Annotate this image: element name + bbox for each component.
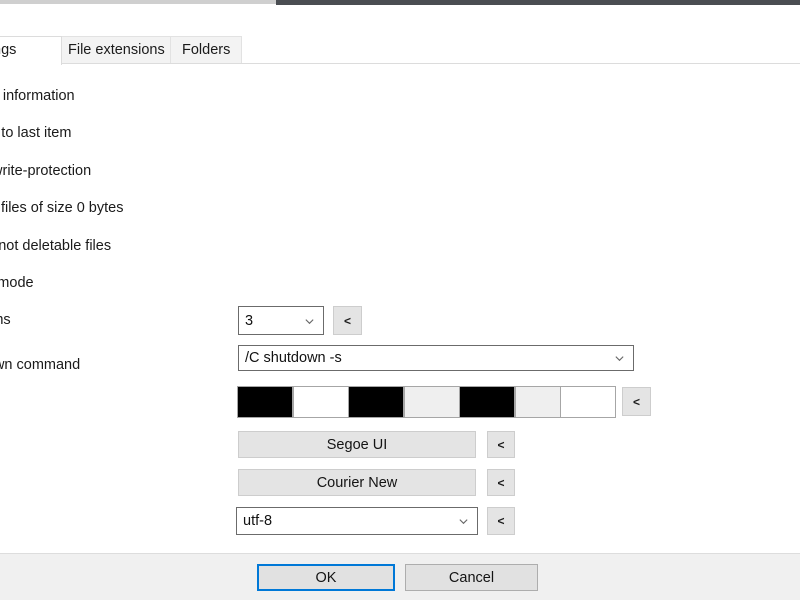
cancel-button[interactable]: Cancel bbox=[405, 564, 538, 591]
cancel-button-label: Cancel bbox=[448, 569, 495, 586]
chevron-down-icon bbox=[458, 516, 469, 527]
tab-strip: Settings File extensions Folders bbox=[0, 36, 800, 65]
tab-folders[interactable]: Folders bbox=[170, 36, 243, 64]
dialog-footer: OK Cancel bbox=[0, 553, 800, 600]
iterations-label: Iterations bbox=[0, 312, 11, 328]
shutdown-command-combo[interactable]: /C shutdown -s bbox=[238, 345, 634, 371]
ui-font-reset-label: < bbox=[497, 437, 505, 452]
option-label-silent-mode[interactable]: Silent mode bbox=[0, 274, 34, 292]
color-swatch-3[interactable] bbox=[348, 386, 404, 418]
ok-button[interactable]: OK bbox=[257, 564, 395, 591]
tab-file-extensions[interactable]: File extensions bbox=[56, 36, 177, 64]
mono-font-value: Courier New bbox=[316, 474, 398, 491]
ui-font-button[interactable]: Segoe UI bbox=[238, 431, 476, 458]
color-swatch-2[interactable] bbox=[293, 386, 349, 418]
iterations-value: 3 bbox=[245, 312, 254, 329]
tab-folders-label: Folders bbox=[182, 42, 231, 58]
chevron-down-icon bbox=[304, 315, 315, 326]
encoding-reset-label: < bbox=[497, 514, 505, 528]
window-titlebar-strip bbox=[276, 0, 800, 5]
option-label-skip-not-deletable-files[interactable]: Skip not deletable files bbox=[0, 237, 111, 255]
color-swatch-1[interactable] bbox=[237, 386, 293, 418]
tab-file-extensions-label: File extensions bbox=[68, 42, 165, 58]
tab-settings[interactable]: Settings bbox=[0, 36, 62, 65]
ui-font-value: Segoe UI bbox=[326, 436, 388, 453]
ui-font-reset-button[interactable]: < bbox=[487, 431, 515, 458]
option-label-delete-files-size-zero[interactable]: Delete files of size 0 bytes bbox=[0, 199, 123, 217]
shutdown-command-value: /C shutdown -s bbox=[245, 350, 342, 366]
mono-font-reset-button[interactable]: < bbox=[487, 469, 515, 496]
iterations-reset-label: < bbox=[343, 313, 351, 328]
option-label-show-file-information[interactable]: Show file information bbox=[0, 87, 75, 105]
encoding-combo[interactable]: utf-8 bbox=[236, 507, 478, 535]
mono-font-reset-label: < bbox=[497, 475, 505, 490]
tab-settings-label: Settings bbox=[0, 42, 17, 58]
chevron-down-icon bbox=[614, 353, 625, 364]
option-label-remove-write-protection[interactable]: Remove write-protection bbox=[0, 162, 91, 180]
settings-dialog: Settings File extensions Folders Show fi… bbox=[0, 0, 800, 600]
ok-button-label: OK bbox=[315, 569, 337, 586]
colors-reset-button[interactable]: < bbox=[622, 387, 651, 416]
iterations-combo[interactable]: 3 bbox=[238, 306, 324, 335]
color-swatch-7[interactable] bbox=[560, 386, 616, 418]
window-top-edge bbox=[0, 0, 276, 4]
iterations-reset-button[interactable]: < bbox=[333, 306, 362, 335]
colors-reset-label: < bbox=[632, 394, 640, 409]
shutdown-command-label: Shutdown command bbox=[0, 357, 81, 373]
tab-strip-baseline bbox=[0, 63, 800, 64]
mono-font-button[interactable]: Courier New bbox=[238, 469, 476, 496]
option-label-scroll-to-last-item[interactable]: Scroll to last item bbox=[0, 124, 71, 142]
encoding-reset-button[interactable]: < bbox=[487, 507, 515, 535]
encoding-value: utf-8 bbox=[243, 513, 273, 529]
color-swatch-4[interactable] bbox=[404, 386, 460, 418]
color-swatch-5[interactable] bbox=[459, 386, 515, 418]
